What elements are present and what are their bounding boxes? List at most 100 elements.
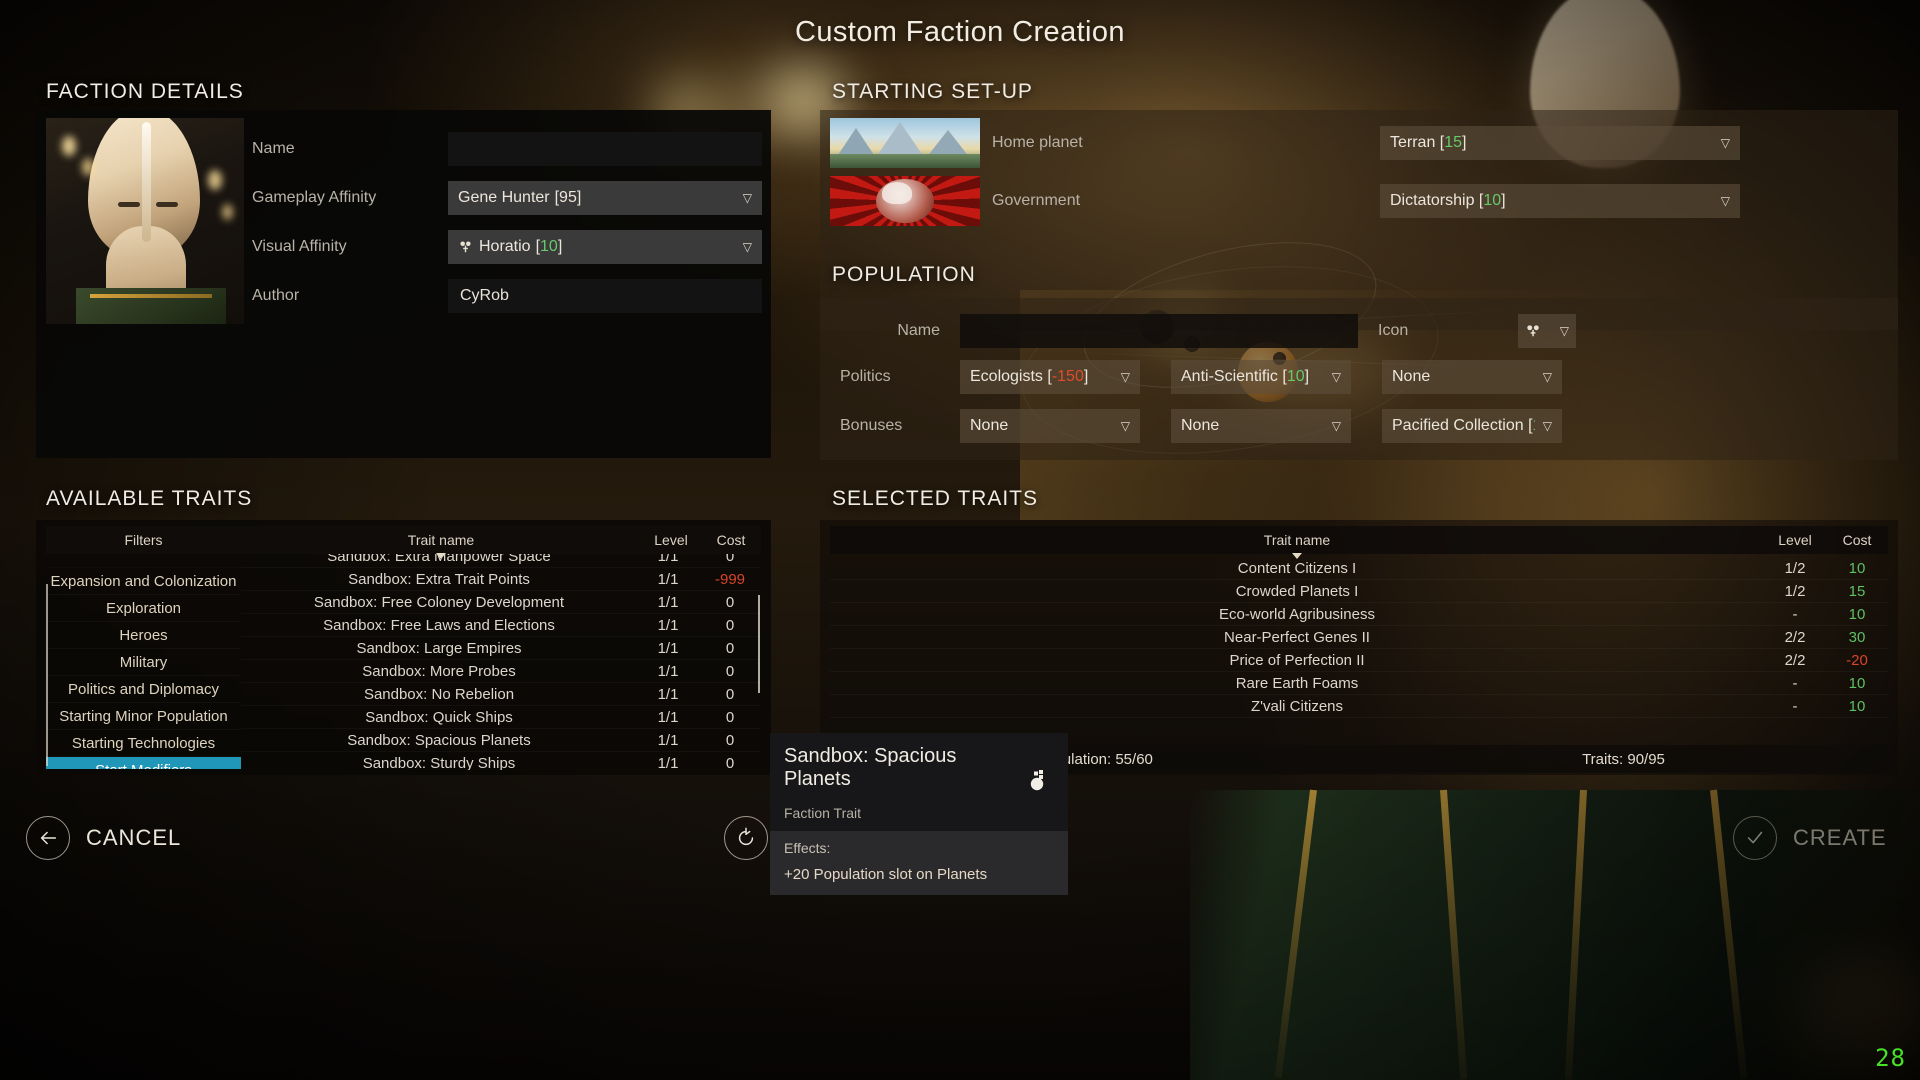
trait-cost: -999 [714,570,746,588]
trait-cost: 0 [725,593,735,611]
selected-cost-header[interactable]: Cost [1826,532,1888,548]
tooltip-header: Sandbox: Spacious Planets Faction Trait [770,733,1068,831]
author-row: Author CyRob [252,279,762,313]
selected-level-header[interactable]: Level [1764,532,1826,548]
starting-setup-heading: STARTING SET-UP [832,80,1033,103]
trait-level: 1/1 [657,616,679,634]
sidebar-item-partial[interactable] [46,554,241,568]
politics-select-2[interactable]: Anti-Scientific [10] ▽ [1171,360,1351,394]
table-row[interactable]: Sandbox: No Rebelion 1/1 0 [241,683,761,706]
table-row[interactable]: Near-Perfect Genes II 2/2 30 [830,626,1888,649]
sidebar-item-starting-technologies[interactable]: Starting Technologies [46,730,241,757]
author-input[interactable]: CyRob [448,279,762,313]
faction-details-heading: FACTION DETAILS [46,80,244,103]
bonuses-select-3[interactable]: Pacified Collection [1. ▽ [1382,409,1562,443]
bonuses-label: Bonuses [840,417,903,434]
table-row[interactable]: Z'vali Citizens - 10 [830,695,1888,718]
dictatorship-thumb [830,176,980,226]
horatio-affinity-icon [460,241,471,252]
visual-affinity-select[interactable]: Horatio [10] ▽ [448,230,762,264]
create-button-ring [1733,816,1777,860]
sidebar-item-expansion-and-colonization[interactable]: Expansion and Colonization [46,568,241,595]
table-row[interactable]: Sandbox: Free Laws and Elections 1/1 0 [241,614,761,637]
filters-scrollbar[interactable] [46,584,48,766]
bonuses-select-2[interactable]: None ▽ [1171,409,1351,443]
available-traits-rows[interactable]: Sandbox: Extra Manpower Space 1/1 0 Sand… [241,554,761,770]
politics-select-1[interactable]: Ecologists [-150] ▽ [960,360,1140,394]
table-row[interactable]: Eco-world Agribusiness - 10 [830,603,1888,626]
trait-tooltip: Sandbox: Spacious Planets Faction Trait … [770,733,1068,895]
trait-cost: 0 [725,554,735,565]
available-traits-scrollbar[interactable] [758,595,760,693]
chevron-down-icon: ▽ [742,240,752,254]
government-select[interactable]: Dictatorship [10] ▽ [1380,184,1740,218]
population-name-input[interactable] [960,314,1358,348]
gameplay-affinity-select[interactable]: Gene Hunter [95] ▽ [448,181,762,215]
home-planet-label: Home planet [992,134,1083,151]
sidebar-item-heroes[interactable]: Heroes [46,622,241,649]
trait-name: Sandbox: No Rebelion [363,685,515,703]
available-trait-name-header[interactable]: Trait name [241,532,641,559]
trait-cost: 0 [725,639,735,657]
trait-cost: 0 [725,685,735,703]
government-label: Government [992,192,1081,209]
trait-level: 1/1 [657,708,679,726]
table-row[interactable]: Sandbox: Extra Manpower Space 1/1 0 [241,554,761,568]
bonuses-select-1[interactable]: None ▽ [960,409,1140,443]
table-row[interactable]: Sandbox: Quick Ships 1/1 0 [241,706,761,729]
trait-level: 1/1 [657,685,679,703]
table-row[interactable]: Price of Perfection II 2/2 -20 [830,649,1888,672]
table-row[interactable]: Content Citizens I 1/2 10 [830,557,1888,580]
table-row[interactable]: Sandbox: Sturdy Ships 1/1 0 [241,752,761,771]
sidebar-item-military[interactable]: Military [46,649,241,676]
trait-name: Sandbox: Free Coloney Development [313,593,565,611]
table-row[interactable]: Sandbox: Spacious Planets 1/1 0 [241,729,761,752]
cancel-button[interactable]: CANCEL [26,816,181,860]
table-row[interactable]: Sandbox: More Probes 1/1 0 [241,660,761,683]
trait-name: Price of Perfection II [1229,651,1365,669]
create-button[interactable]: CREATE [1733,816,1887,860]
table-row[interactable]: Sandbox: Extra Trait Points 1/1 -999 [241,568,761,591]
filters-column-header: Filters [124,532,163,548]
sidebar-item-politics-and-diplomacy[interactable]: Politics and Diplomacy [46,676,241,703]
trait-cost: 0 [725,708,735,726]
sidebar-item-starting-minor-population[interactable]: Starting Minor Population [46,703,241,730]
tooltip-effects: Effects: +20 Population slot on Planets [770,831,1068,895]
population-heading: POPULATION [832,263,976,286]
trait-level: 1/1 [657,570,679,588]
trait-name: Sandbox: More Probes [362,662,516,680]
population-panel: Name Icon ▽ Politics Ecologists [-150] ▽… [820,298,1898,460]
available-traits-heading: AVAILABLE TRAITS [46,487,253,510]
available-cost-header[interactable]: Cost [701,532,761,548]
population-icon-select[interactable]: ▽ [1518,314,1576,348]
trait-name: Rare Earth Foams [1235,674,1359,692]
trait-cost: 10 [1848,605,1866,623]
selected-traits-header: Trait name Level Cost [830,526,1888,559]
faction-name-input[interactable] [448,132,762,166]
sidebar-item-start-modifiers[interactable]: Start Modifiers [46,757,241,769]
trait-level: 2/2 [1784,651,1806,669]
chevron-down-icon: ▽ [1720,194,1730,208]
trait-cost: 0 [725,754,735,771]
table-row[interactable]: Sandbox: Large Empires 1/1 0 [241,637,761,660]
home-planet-select[interactable]: Terran [15] ▽ [1380,126,1740,160]
available-level-header[interactable]: Level [641,532,701,548]
politics-select-3[interactable]: None ▽ [1382,360,1562,394]
trait-name: Sandbox: Sturdy Ships [362,754,516,771]
selected-traits-rows[interactable]: Content Citizens I 1/2 10 Crowded Planet… [830,557,1888,718]
selected-trait-name-header[interactable]: Trait name [830,532,1764,559]
trait-name: Sandbox: Quick Ships [365,708,513,726]
home-planet-row: Home planet Terran [15] ▽ [992,118,1882,168]
traits-filter-list[interactable]: Expansion and Colonization Exploration H… [46,554,241,769]
chevron-down-icon: ▽ [1542,419,1552,433]
trait-level: 1/2 [1784,582,1806,600]
tooltip-subtitle: Faction Trait [784,805,862,821]
sidebar-item-exploration[interactable]: Exploration [46,595,241,622]
tooltip-title: Sandbox: Spacious Planets [784,745,957,790]
table-row[interactable]: Crowded Planets I 1/2 15 [830,580,1888,603]
table-row[interactable]: Rare Earth Foams - 10 [830,672,1888,695]
trait-level: 1/1 [657,554,679,565]
table-row[interactable]: Sandbox: Free Coloney Development 1/1 0 [241,591,761,614]
trait-level: 1/1 [657,662,679,680]
trait-level: 1/1 [657,754,679,771]
